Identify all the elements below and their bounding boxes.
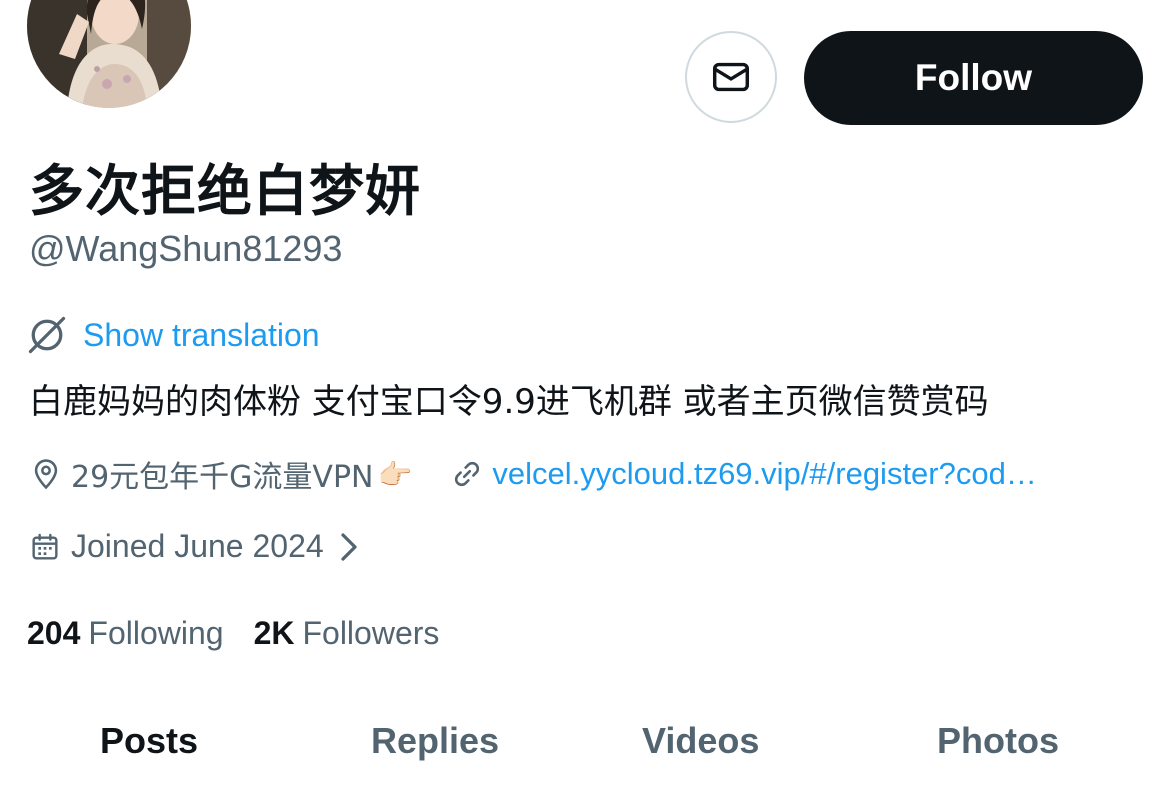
envelope-icon (712, 62, 750, 92)
following-count: 204 (27, 615, 81, 651)
tab-photos[interactable]: Photos (937, 720, 1059, 762)
following-label: Following (88, 615, 224, 651)
avatar-image (27, 0, 191, 108)
followers-stat[interactable]: 2K Followers (254, 615, 440, 652)
display-name: 多次拒绝白梦妍 (29, 159, 422, 223)
followers-label: Followers (302, 615, 440, 651)
tab-videos[interactable]: Videos (642, 720, 759, 762)
follow-button[interactable]: Follow (804, 31, 1143, 125)
follow-stats: 204 Following 2K Followers (27, 615, 439, 652)
link-icon (455, 461, 480, 487)
profile-avatar[interactable] (27, 0, 191, 108)
location-pin-icon (34, 459, 58, 490)
followers-count: 2K (253, 615, 295, 651)
profile-meta-row: 29元包年千G流量VPN 👉🏻 velcel.yycloud.tz69.vip/… (29, 449, 1139, 499)
pointing-finger-emoji: 👉🏻 (377, 457, 413, 491)
tab-replies[interactable]: Replies (371, 720, 499, 762)
tab-posts[interactable]: Posts (100, 720, 198, 762)
chevron-right-icon (341, 532, 357, 561)
following-stat[interactable]: 204 Following (27, 615, 224, 652)
website-item[interactable]: velcel.yycloud.tz69.vip/#/register?cod… (450, 456, 1037, 492)
website-link[interactable]: velcel.yycloud.tz69.vip/#/register?cod… (492, 456, 1036, 492)
profile-tabs: Posts Replies Videos Photos (0, 700, 1167, 791)
show-translation-link[interactable]: Show translation (83, 317, 320, 354)
profile-bio: 白鹿妈妈的肉体粉 支付宝口令9.9进飞机群 或者主页微信赞赏码 (29, 382, 989, 422)
location-text: 29元包年千G流量VPN (71, 460, 374, 495)
translate-row[interactable]: Show translation (25, 313, 320, 357)
joined-row[interactable]: Joined June 2024 (29, 528, 362, 565)
joined-date: Joined June 2024 (71, 528, 324, 564)
message-button[interactable] (685, 31, 777, 123)
calendar-icon (32, 533, 58, 560)
user-handle: @WangShun81293 (29, 228, 343, 269)
location-item: 29元包年千G流量VPN 👉🏻 (29, 452, 412, 496)
translate-icon (28, 316, 66, 354)
